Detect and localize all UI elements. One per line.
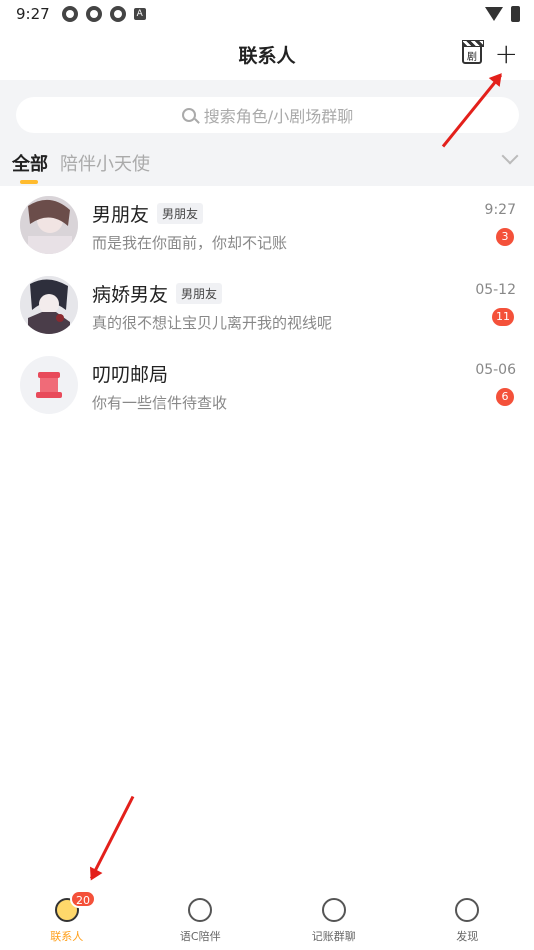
last-message: 你有一些信件待查收 — [92, 394, 228, 412]
search-bar[interactable]: 搜索角色/小剧场群聊 — [16, 97, 519, 133]
theater-clapper-icon[interactable]: 剧 — [462, 40, 484, 64]
list-item[interactable]: 病娇男友 男朋友 真的很不想让宝贝儿离开我的视线呢 05-12 11 — [0, 266, 534, 346]
list-item[interactable]: 男朋友 男朋友 而是我在你面前，你却不记账 9:27 3 — [0, 186, 534, 266]
nav-contacts[interactable]: 联系人 20 — [0, 890, 134, 950]
status-bar: 9:27 A — [0, 0, 534, 28]
nav-ledger-group[interactable]: 记账群聊 — [267, 890, 401, 950]
tab-companion-angel[interactable]: 陪伴小天使 — [60, 150, 150, 176]
contact-name: 叨叨邮局 — [92, 364, 169, 386]
message-time: 05-06 — [475, 362, 516, 378]
nav-label: 发现 — [456, 930, 479, 943]
search-placeholder: 搜索角色/小剧场群聊 — [203, 107, 354, 126]
plus-chat-icon — [321, 898, 346, 922]
status-time: 9:27 — [16, 5, 50, 23]
unread-badge: 6 — [496, 388, 514, 406]
avatar — [20, 196, 78, 254]
nav-label: 记账群聊 — [311, 930, 356, 943]
battery-icon — [511, 6, 520, 22]
compass-icon — [455, 898, 480, 922]
message-time: 9:27 — [484, 202, 516, 218]
avatar — [20, 356, 78, 414]
active-tab-indicator — [20, 180, 38, 184]
contact-name: 男朋友 — [92, 204, 150, 226]
nav-unread-badge: 20 — [70, 890, 96, 908]
contact-name: 病娇男友 — [92, 284, 169, 306]
tab-all[interactable]: 全部 — [12, 150, 48, 176]
app-notification-icon: A — [133, 8, 146, 20]
bottom-navigation: 联系人 20 语C陪伴 记账群聊 发现 — [0, 890, 534, 950]
system-icons — [485, 6, 520, 22]
tab-bar: 全部 陪伴小天使 — [12, 148, 150, 178]
notification-icon — [85, 6, 102, 22]
notification-icon — [109, 6, 126, 22]
bowl-icon — [188, 898, 213, 922]
last-message: 而是我在你面前，你却不记账 — [92, 234, 288, 252]
contact-tag: 男朋友 — [157, 203, 204, 224]
add-plus-icon[interactable]: + — [495, 40, 518, 68]
last-message: 真的很不想让宝贝儿离开我的视线呢 — [92, 314, 333, 332]
search-icon — [181, 108, 196, 122]
annotation-arrow-bottom — [89, 795, 135, 880]
contact-tag: 男朋友 — [176, 283, 223, 304]
nav-label: 语C陪伴 — [179, 930, 221, 943]
top-header: 联系人 剧 + — [0, 28, 534, 80]
nav-discover[interactable]: 发现 — [401, 890, 534, 950]
avatar — [20, 276, 78, 334]
message-time: 05-12 — [475, 282, 516, 298]
unread-badge: 3 — [496, 228, 514, 246]
list-item[interactable]: 叨叨邮局 你有一些信件待查收 05-06 6 — [0, 346, 534, 426]
notification-icon — [61, 6, 78, 22]
notification-icons: A — [61, 6, 146, 22]
wifi-icon — [485, 7, 503, 21]
unread-badge: 11 — [492, 308, 514, 326]
nav-roleplay-companion[interactable]: 语C陪伴 — [134, 890, 268, 950]
page-title: 联系人 — [238, 44, 296, 67]
contact-list: 男朋友 男朋友 而是我在你面前，你却不记账 9:27 3 病娇男友 男朋友 真的… — [0, 186, 534, 426]
nav-label: 联系人 — [50, 930, 84, 943]
